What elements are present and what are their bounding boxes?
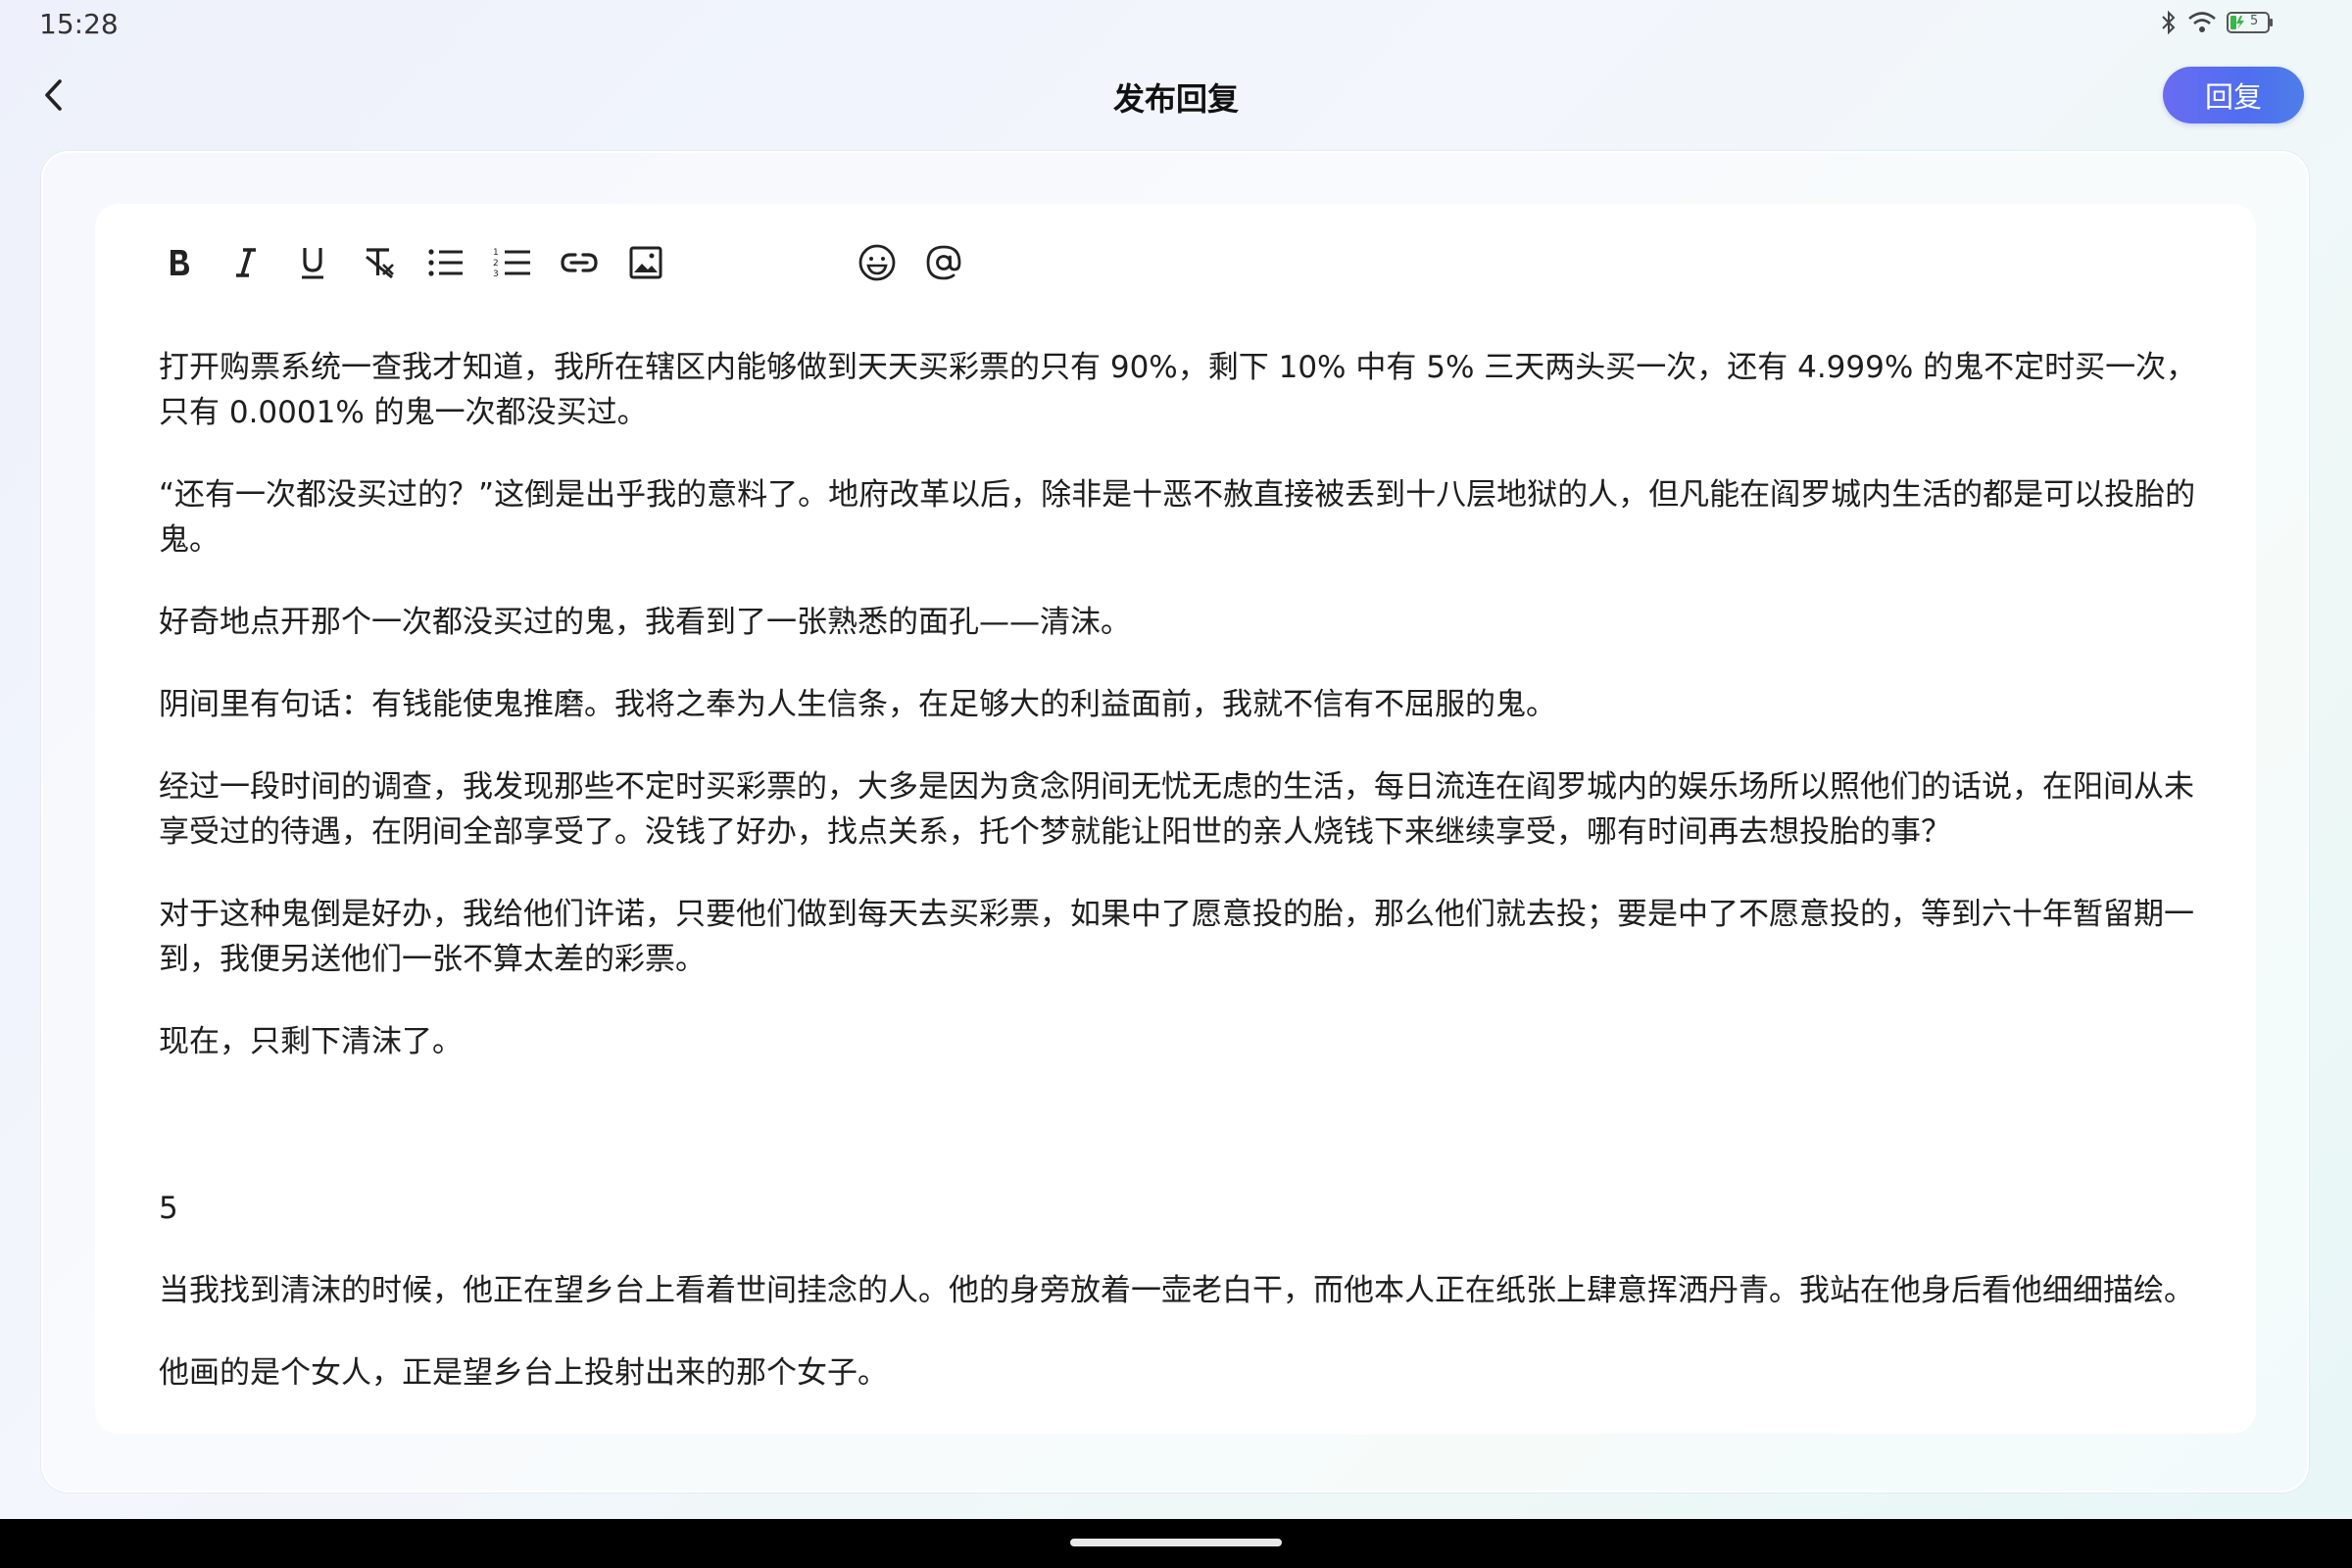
italic-icon[interactable] xyxy=(220,237,271,288)
mention-icon[interactable] xyxy=(918,237,969,288)
title-bar: 发布回复 回复 xyxy=(0,59,2352,137)
screen: 15:28 5 发布回复 回复 1 2 3 打开购票系统一查我才知道，我所在辖区… xyxy=(0,0,2352,1568)
content-paragraph: 他画的是个女人，正是望乡台上投射出来的那个女子。 xyxy=(159,1355,888,1391)
underline-icon[interactable] xyxy=(287,237,338,288)
svg-text:3: 3 xyxy=(493,270,499,279)
formatting-toolbar: 123 xyxy=(154,233,985,292)
content-paragraph: 现在，只剩下清沫了。 xyxy=(159,1024,463,1059)
content-paragraph: 经过一段时间的调查，我发现那些不定时买彩票的，大多是因为贪念阴间无忧无虑的生活，… xyxy=(159,769,2194,850)
clear-format-icon[interactable] xyxy=(354,237,405,288)
battery-icon: 5 xyxy=(2227,11,2274,34)
wifi-icon xyxy=(2187,11,2217,34)
svg-text:1: 1 xyxy=(493,248,499,258)
status-bar: 15:28 5 xyxy=(0,0,2352,49)
rich-text-editor[interactable]: 123 打开购票系统一查我才知道，我所在辖区内能够做到天天买彩票的只有 90%，… xyxy=(95,204,2256,1434)
content-paragraph: “还有一次都没买过的？”这倒是出乎我的意料了。地府改革以后，除非是十恶不赦直接被… xyxy=(159,477,2196,558)
home-indicator[interactable] xyxy=(1070,1539,1282,1546)
page-title: 发布回复 xyxy=(1112,80,1239,118)
content-paragraph: 打开购票系统一查我才知道，我所在辖区内能够做到天天买彩票的只有 90%，剩下 1… xyxy=(159,350,2197,430)
content-paragraph: 好奇地点开那个一次都没买过的鬼，我看到了一张熟悉的面孔——清沫。 xyxy=(159,605,1131,640)
svg-text:2: 2 xyxy=(493,259,499,269)
status-time: 15:28 xyxy=(39,8,119,40)
editor-content[interactable]: 打开购票系统一查我才知道，我所在辖区内能够做到天天买彩票的只有 90%，剩下 1… xyxy=(159,345,2207,1433)
content-paragraph: 当我找到清沫的时候，他正在望乡台上看着世间挂念的人。他的身旁放着一壶老白干，而他… xyxy=(159,1273,2194,1308)
empty-line xyxy=(159,1102,2207,1147)
emoji-icon[interactable] xyxy=(852,237,903,288)
chapter-number: 5 xyxy=(159,1191,178,1226)
numbered-list-icon[interactable]: 123 xyxy=(487,237,538,288)
system-nav-bar xyxy=(0,1519,2352,1568)
bold-icon[interactable] xyxy=(154,237,205,288)
content-paragraph: 阴间里有句话：有钱能使鬼推磨。我将之奉为人生信条，在足够大的利益面前，我就不信有… xyxy=(159,687,1556,722)
bluetooth-icon xyxy=(2160,10,2178,35)
reply-button[interactable]: 回复 xyxy=(2163,67,2304,123)
status-icons: 5 xyxy=(2160,10,2274,35)
image-icon[interactable] xyxy=(620,237,671,288)
link-icon[interactable] xyxy=(554,237,605,288)
content-paragraph: 对于这种鬼倒是好办，我给他们许诺，只要他们做到每天去买彩票，如果中了愿意投的胎，… xyxy=(159,897,2194,977)
bulleted-list-icon[interactable] xyxy=(420,237,471,288)
battery-level: 5 xyxy=(2250,14,2259,28)
